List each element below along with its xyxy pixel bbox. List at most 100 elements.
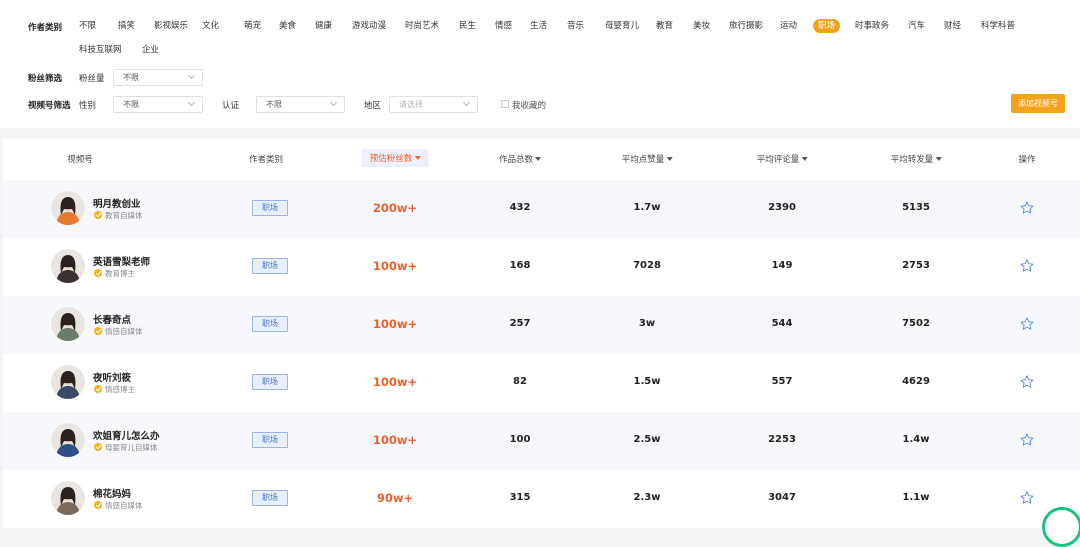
category-option[interactable]: 财经: [944, 19, 961, 33]
category-option[interactable]: 不限: [79, 19, 96, 33]
category-option[interactable]: 萌宠: [244, 19, 261, 33]
category-option[interactable]: 时事政务: [855, 19, 889, 33]
verified-badge-icon: [94, 443, 102, 451]
favorite-star-icon[interactable]: [1019, 258, 1035, 274]
verified-badge-icon: [94, 385, 102, 393]
header-likes-sort[interactable]: 平均点赞量: [622, 153, 673, 165]
add-channel-button[interactable]: 添加视频号: [1011, 94, 1065, 113]
table-row[interactable]: 明月教创业 教育自媒体 职场 200w+ 432 1.7w 2390 5135: [3, 180, 1080, 238]
shares-value: 1.1w: [902, 492, 930, 503]
cert-select[interactable]: 不限: [256, 96, 345, 113]
fans-value: 100w+: [372, 375, 418, 389]
fans-count-label: 粉丝量: [79, 74, 105, 84]
category-option[interactable]: 情感: [495, 19, 512, 33]
favorites-checkbox[interactable]: [501, 100, 509, 108]
category-option[interactable]: 时尚艺术: [405, 19, 439, 33]
category-option[interactable]: 美食: [279, 19, 296, 33]
account-type: 情感自媒体: [105, 327, 143, 336]
header-comments-label: 平均评论量: [756, 155, 800, 165]
chevron-down-icon: [187, 98, 196, 107]
category-option[interactable]: 健康: [315, 19, 332, 33]
verified-badge-icon: [94, 269, 102, 277]
comments-value: 3047: [768, 492, 796, 503]
sort-down-icon: [414, 156, 421, 160]
header-fans-label: 预估粉丝数: [369, 154, 413, 164]
category-option[interactable]: 美妆: [693, 19, 710, 33]
category-option[interactable]: 民生: [459, 19, 476, 33]
category-option[interactable]: 音乐: [567, 19, 584, 33]
account-name[interactable]: 棉花妈妈: [93, 486, 131, 500]
category-tag: 职场: [252, 316, 288, 332]
table-row[interactable]: 欢姐育儿怎么办 母婴育儿自媒体 职场 100w+ 100 2.5w 2253 1.4w: [3, 412, 1080, 470]
likes-value: 1.7w: [633, 202, 661, 213]
category-option[interactable]: 旅行摄影: [729, 19, 763, 33]
favorites-label: 我收藏的: [512, 101, 547, 111]
fans-value: 90w+: [376, 491, 414, 505]
sort-down-icon: [801, 157, 808, 161]
table-row[interactable]: 英语雪梨老师 教育博主 职场 100w+ 168 7028 149 2753: [3, 238, 1080, 296]
floating-help-icon[interactable]: [1042, 507, 1080, 547]
favorite-star-icon[interactable]: [1019, 374, 1035, 390]
account-name[interactable]: 长春奇点: [93, 312, 131, 326]
comments-value: 2253: [768, 434, 796, 445]
fans-value: 100w+: [372, 259, 418, 273]
favorite-star-icon[interactable]: [1019, 200, 1035, 216]
category-tag: 职场: [252, 374, 288, 390]
fans-value: 100w+: [372, 317, 418, 331]
gender-select[interactable]: 不限: [113, 96, 203, 113]
chevron-down-icon: [462, 98, 471, 107]
category-option[interactable]: 职场: [813, 19, 841, 33]
favorite-star-icon[interactable]: [1019, 432, 1035, 448]
header-works-label: 作品总数: [498, 155, 534, 165]
works-value: 257: [509, 318, 531, 329]
works-value: 82: [513, 376, 527, 387]
avatar[interactable]: [51, 191, 85, 225]
category-option[interactable]: 企业: [142, 43, 159, 57]
category-option[interactable]: 运动: [780, 19, 797, 33]
region-label: 地区: [364, 101, 382, 111]
table-row[interactable]: 棉花妈妈 情感自媒体 职场 90w+ 315 2.3w 3047 1.1w: [3, 470, 1080, 528]
fans-count-select[interactable]: 不限: [113, 69, 203, 86]
header-fans-sort[interactable]: 预估粉丝数: [361, 149, 429, 167]
avatar[interactable]: [51, 481, 85, 515]
region-select[interactable]: 请选择: [389, 96, 478, 113]
category-option[interactable]: 影视娱乐: [154, 19, 188, 33]
header-works-sort[interactable]: 作品总数: [498, 153, 542, 165]
header-shares-sort[interactable]: 平均转发量: [891, 153, 942, 165]
avatar[interactable]: [51, 307, 85, 341]
avatar[interactable]: [51, 365, 85, 399]
account-name[interactable]: 欢姐育儿怎么办: [93, 428, 160, 442]
category-option[interactable]: 母婴育儿: [605, 19, 639, 33]
shares-value: 1.4w: [902, 434, 930, 445]
table-header: 视频号 作者类别 预估粉丝数 作品总数 平均点赞量 平均评论量 平均转发量 操作: [3, 139, 1080, 179]
category-option[interactable]: 科技互联网: [79, 43, 122, 57]
favorite-star-icon[interactable]: [1019, 490, 1035, 506]
account-name[interactable]: 英语雪梨老师: [93, 254, 150, 268]
category-option[interactable]: 文化: [202, 19, 219, 33]
category-option[interactable]: 生活: [530, 19, 547, 33]
account-name[interactable]: 夜听刘筱: [93, 370, 131, 384]
header-likes-label: 平均点赞量: [621, 155, 665, 165]
account-type: 母婴育儿自媒体: [105, 443, 158, 452]
category-option[interactable]: 教育: [656, 19, 673, 33]
category-option[interactable]: 科学科普: [981, 19, 1015, 33]
category-filter-label: 作者类别: [28, 23, 63, 33]
header-account: 视频号: [67, 155, 93, 165]
comments-value: 544: [771, 318, 793, 329]
header-action: 操作: [1018, 155, 1036, 165]
category-option[interactable]: 游戏动漫: [352, 19, 386, 33]
fans-filter-label: 粉丝筛选: [28, 74, 63, 84]
table-row[interactable]: 长春奇点 情感自媒体 职场 100w+ 257 3w 544 7502: [3, 296, 1080, 354]
category-option[interactable]: 搞笑: [118, 19, 135, 33]
avatar[interactable]: [51, 249, 85, 283]
account-name[interactable]: 明月教创业: [93, 196, 141, 210]
avatar[interactable]: [51, 423, 85, 457]
account-type: 情感自媒体: [105, 501, 143, 510]
works-value: 168: [509, 260, 531, 271]
table-row[interactable]: 夜听刘筱 情感博主 职场 100w+ 82 1.5w 557 4629: [3, 354, 1080, 412]
comments-value: 557: [771, 376, 793, 387]
header-comments-sort[interactable]: 平均评论量: [757, 153, 808, 165]
category-option[interactable]: 汽车: [908, 19, 925, 33]
category-tag: 职场: [252, 490, 288, 506]
favorite-star-icon[interactable]: [1019, 316, 1035, 332]
